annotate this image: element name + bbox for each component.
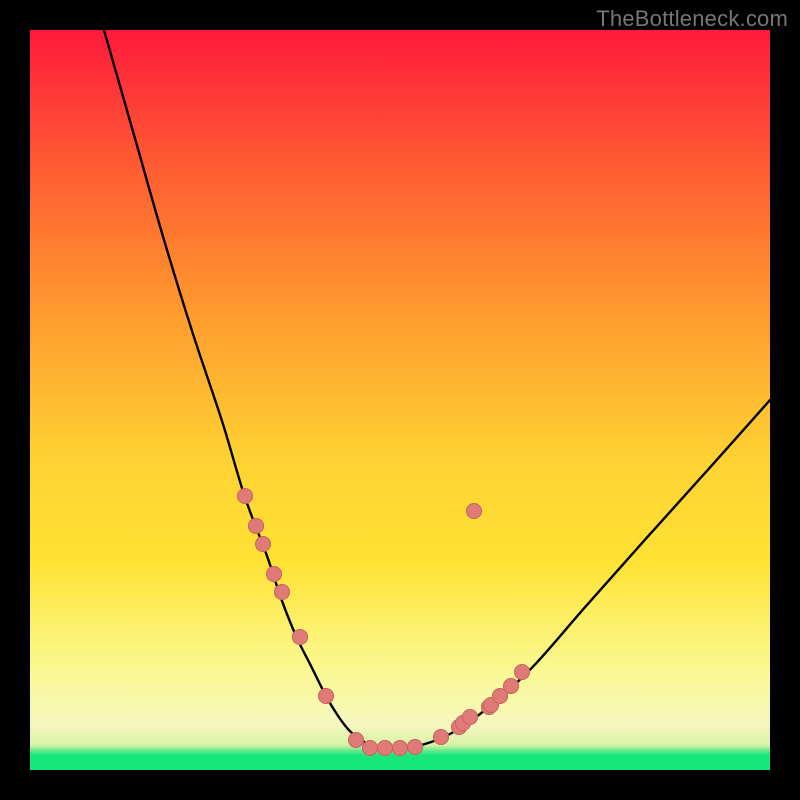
plot-area xyxy=(30,30,770,770)
data-marker xyxy=(237,488,253,504)
data-marker xyxy=(318,688,334,704)
data-marker xyxy=(274,584,290,600)
data-marker xyxy=(255,536,271,552)
curve-layer xyxy=(30,30,770,770)
data-marker xyxy=(348,732,364,748)
data-marker xyxy=(362,740,378,756)
data-marker xyxy=(248,518,264,534)
data-marker xyxy=(407,739,423,755)
data-marker xyxy=(503,678,519,694)
data-marker xyxy=(462,709,478,725)
data-marker xyxy=(433,729,449,745)
data-marker xyxy=(377,740,393,756)
plot-frame xyxy=(30,30,770,770)
attribution-label: TheBottleneck.com xyxy=(596,6,788,32)
chart-root: TheBottleneck.com xyxy=(0,0,800,800)
data-marker xyxy=(514,664,530,680)
data-marker xyxy=(266,566,282,582)
data-marker xyxy=(392,740,408,756)
bottleneck-curve xyxy=(104,30,770,748)
data-marker xyxy=(466,503,482,519)
data-marker xyxy=(292,629,308,645)
